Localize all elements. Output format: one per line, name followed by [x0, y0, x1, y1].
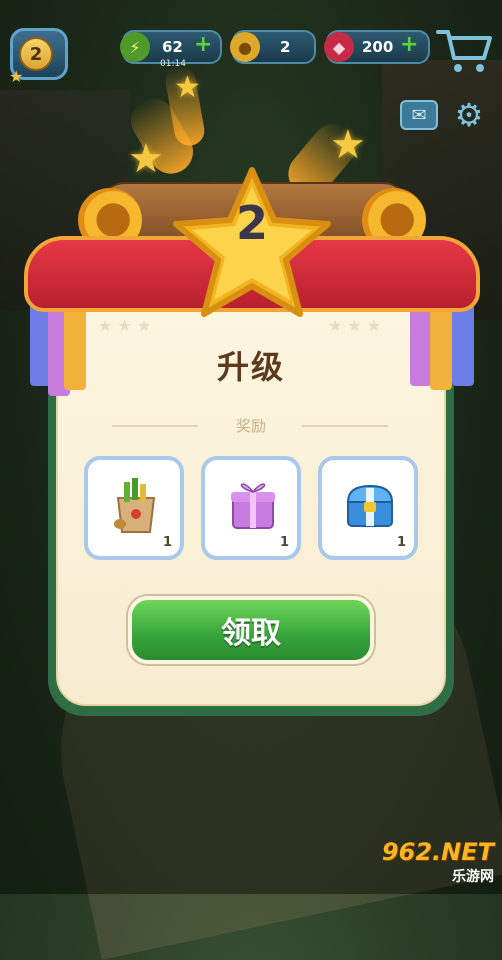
level-star-icon: ★ [9, 67, 24, 86]
gem-counter[interactable]: ◆ 200 + [324, 30, 430, 64]
grocery-bag-icon [114, 478, 156, 533]
gift-box-icon [231, 483, 275, 529]
reward-count: 1 [279, 535, 289, 550]
gear-icon[interactable]: ⚙ [452, 98, 486, 132]
shopping-cart-icon[interactable] [434, 26, 494, 76]
energy-counter[interactable]: ⚡ 62 01:14 + [120, 30, 222, 69]
mail-icon[interactable]: ✉ [400, 100, 438, 130]
gem-value: 200 [362, 38, 394, 56]
ruby-icon: ◆ [324, 32, 354, 62]
reward-card-chest[interactable]: 1 [318, 456, 418, 560]
watermark-subtext: 乐游网 [452, 869, 494, 885]
reward-label: 奖励 [235, 417, 266, 435]
player-level-badge[interactable]: 2 ★ [9, 28, 68, 86]
reward-count: 1 [162, 535, 172, 550]
site-watermark: 962.NET 乐游网 [356, 838, 494, 888]
new-level-number: 2 [235, 196, 268, 250]
dialog-title: 升级 [216, 348, 285, 386]
coin-value: 2 [280, 38, 291, 56]
watermark-text: 962.NET [381, 838, 494, 866]
player-level-value: 2 [19, 37, 53, 71]
flying-star-icon: ★ [174, 70, 201, 105]
claim-button[interactable]: 领取 [128, 596, 374, 664]
decor-stars-left: ★ ★ ★ [98, 316, 152, 335]
flying-star-icon: ★ [330, 122, 366, 168]
reward-card-grocery[interactable]: 1 [84, 456, 184, 560]
add-energy-button[interactable]: + [194, 32, 212, 57]
decor-stars-right: ★ ★ ★ [328, 316, 382, 335]
reward-count: 1 [396, 535, 406, 550]
coin-counter[interactable]: ● 2 [230, 30, 316, 64]
coin-icon: ● [230, 32, 260, 62]
flying-star-icon: ★ [128, 136, 164, 182]
add-gems-button[interactable]: + [400, 32, 418, 57]
treasure-chest-icon [346, 484, 394, 527]
lightning-icon: ⚡ [120, 32, 150, 62]
energy-value: 62 [162, 38, 183, 56]
reward-card-gift[interactable]: 1 [201, 456, 301, 560]
